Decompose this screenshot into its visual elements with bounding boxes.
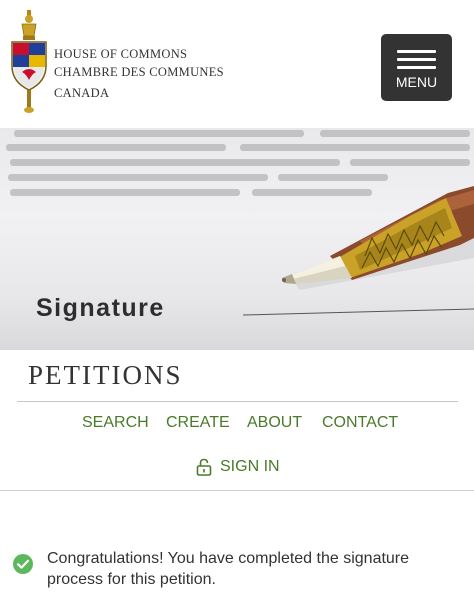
crest-logo[interactable] bbox=[8, 10, 50, 114]
sign-in-label: SIGN IN bbox=[220, 458, 280, 475]
org-country: CANADA bbox=[54, 86, 110, 100]
org-name-french: CHAMBRE DES COMMUNES bbox=[54, 65, 224, 79]
hamburger-icon-bar bbox=[397, 58, 436, 61]
hamburger-icon bbox=[397, 50, 436, 53]
signature-label: Signature bbox=[36, 294, 165, 322]
nav-create[interactable]: CREATE bbox=[166, 414, 230, 432]
nav-search[interactable]: SEARCH bbox=[82, 414, 149, 432]
hamburger-icon-bar bbox=[397, 66, 436, 69]
divider bbox=[17, 401, 458, 402]
site-header: HOUSE OF COMMONS CHAMBRE DES COMMUNES CA… bbox=[0, 0, 474, 128]
menu-label: MENU bbox=[395, 74, 438, 90]
menu-button[interactable]: MENU bbox=[381, 34, 452, 101]
divider bbox=[0, 490, 474, 491]
organization-name: HOUSE OF COMMONS CHAMBRE DES COMMUNES CA… bbox=[54, 45, 224, 102]
nav-contact[interactable]: CONTACT bbox=[322, 414, 398, 432]
check-circle-icon bbox=[13, 554, 33, 574]
page-title: PETITIONS bbox=[28, 360, 183, 390]
success-message: Congratulations! You have completed the … bbox=[47, 550, 410, 588]
org-name-english: HOUSE OF COMMONS bbox=[54, 47, 188, 61]
nav-about[interactable]: ABOUT bbox=[247, 414, 302, 432]
hero-banner: Signature bbox=[0, 128, 474, 350]
unlock-icon bbox=[196, 458, 212, 476]
